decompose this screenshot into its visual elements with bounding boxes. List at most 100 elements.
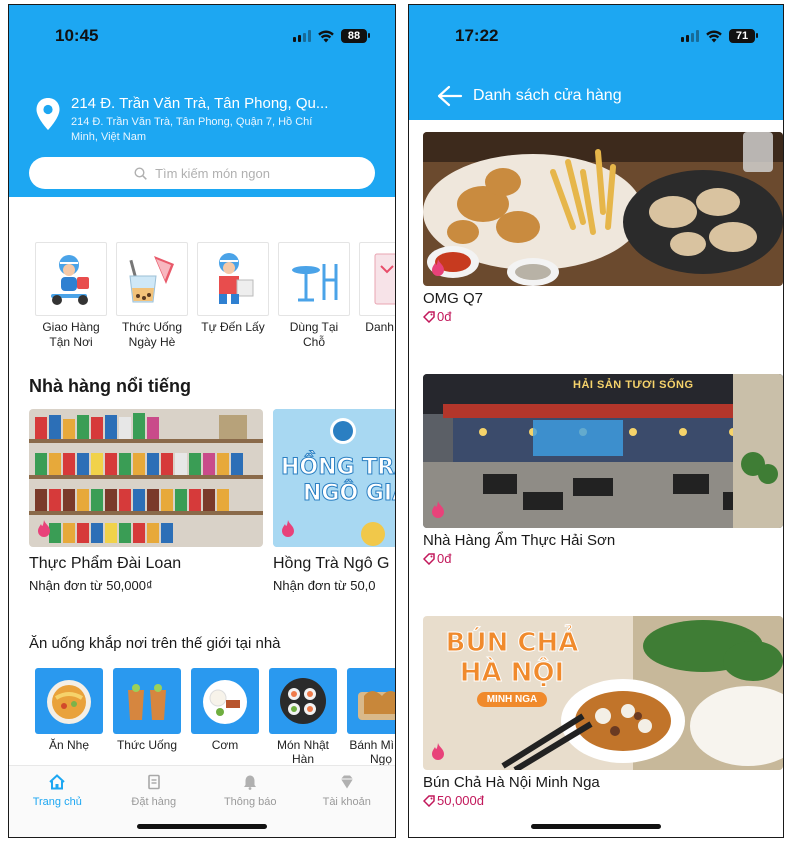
signboard-text: HẢI SẢN TƯƠI SỐNG xyxy=(573,379,694,391)
category-label: Tự Đến Lấy xyxy=(201,320,265,334)
category-item[interactable]: Thức Uống Ngày Hè xyxy=(116,242,188,350)
status-time: 17:22 xyxy=(455,26,499,45)
category-item[interactable]: Tự Đến Lấy xyxy=(197,242,269,350)
featured-title: Nhà hàng nổi tiếng xyxy=(29,376,191,396)
cuisine-label: Ăn Nhẹ xyxy=(48,738,90,752)
address-detail: 214 Đ. Trần Văn Trà, Tân Phong, Quận 7, … xyxy=(71,116,313,143)
flame-icon xyxy=(38,520,50,537)
drinks-icon xyxy=(129,256,174,303)
store-card[interactable]: BÚN CHẢ HÀ NỘI MINH NGA Bún Chả Hà Nội M… xyxy=(423,616,783,808)
bread-icon xyxy=(358,691,395,720)
status-bar: 10:45 88 xyxy=(9,5,395,67)
location-pin-icon xyxy=(36,98,60,130)
min-order: Nhận đơn từ 50,000₫ xyxy=(29,578,153,593)
home-indicator xyxy=(531,824,661,829)
back-arrow-icon[interactable] xyxy=(437,85,463,107)
price-tag-icon xyxy=(423,310,435,323)
tab-label: Đặt hàng xyxy=(131,796,177,808)
store-image xyxy=(423,132,783,286)
wifi-icon xyxy=(318,30,334,42)
status-time: 10:45 xyxy=(55,26,99,45)
status-bar: 17:22 71 xyxy=(409,5,783,67)
flame-icon xyxy=(282,520,294,537)
category-item[interactable]: Giao Hàng Tận Nơi xyxy=(35,242,107,350)
cuisine-label: Món Nhật Hàn xyxy=(276,738,330,766)
store-image: BÚN CHẢ HÀ NỘI MINH NGA xyxy=(423,616,783,770)
search-input[interactable]: Tìm kiếm món ngon xyxy=(29,157,375,189)
dine-in-icon xyxy=(292,264,338,302)
restaurant-image xyxy=(423,374,783,528)
search-icon xyxy=(134,166,147,180)
category-label: Dùng Tại Chỗ xyxy=(289,320,339,349)
price-tag-icon xyxy=(423,794,435,807)
flame-icon xyxy=(432,259,444,276)
cuisine-item[interactable]: Cơm xyxy=(191,668,259,766)
tab-home[interactable]: Trang chủ xyxy=(9,766,106,837)
cuisine-label: Bánh Mì Đồ Ngọ xyxy=(349,738,395,766)
store-price: 0đ xyxy=(437,309,452,324)
flame-icon xyxy=(432,743,444,760)
store-name: Nhà Hàng Ẩm Thực Hải Sơn xyxy=(423,532,616,549)
cuisine-item[interactable]: Thức Uống xyxy=(113,668,181,766)
category-item[interactable]: Danh Ưa T xyxy=(359,242,395,350)
store-image: HỒNG TRÀ NGÔ GIA xyxy=(273,409,395,547)
store-name: Hồng Trà Ngô G xyxy=(273,555,390,572)
bell-icon xyxy=(244,775,257,790)
store-image: HẢI SẢN TƯƠI SỐNG xyxy=(423,374,783,528)
page-title: Danh sách cửa hàng xyxy=(473,87,622,104)
favorite-icon xyxy=(374,253,395,305)
price-tag-icon xyxy=(423,552,435,565)
address-selector[interactable]: 214 Đ. Trần Văn Trà, Tân Phong, Qu... 21… xyxy=(9,67,395,145)
signal-icon xyxy=(293,30,311,42)
category-label: Danh Ưa T xyxy=(365,320,395,334)
cuisine-item[interactable]: Món Nhật Hàn xyxy=(269,668,337,766)
sushi-icon xyxy=(280,678,326,724)
store-list-header: 17:22 71 Danh sách cửa hàng xyxy=(409,5,783,120)
signal-icon xyxy=(681,30,699,42)
store-name: Bún Chả Hà Nội Minh Nga xyxy=(423,774,600,791)
category-label: Giao Hàng Tận Nơi xyxy=(42,320,100,349)
cuisine-item[interactable]: Bánh Mì Đồ Ngọ xyxy=(347,668,395,766)
category-label: Thức Uống Ngày Hè xyxy=(121,320,183,349)
wifi-icon xyxy=(706,30,722,42)
store-price: 0đ xyxy=(437,551,452,566)
battery-icon: 71 xyxy=(729,29,758,43)
store-name: Thực Phẩm Đài Loan xyxy=(29,555,182,572)
home-header: 10:45 88 214 Đ. Trần Văn Trà, Tân Phong,… xyxy=(9,5,395,197)
home-icon xyxy=(49,774,65,790)
store-card[interactable]: OMG Q7 0đ xyxy=(423,132,783,324)
cuisine-label: Thức Uống xyxy=(116,738,178,752)
tab-label: Trang chủ xyxy=(32,796,82,808)
account-icon xyxy=(340,775,353,789)
store-card[interactable]: HẢI SẢN TƯƠI SỐNG Nhà Hàng Ẩm Thực Hải S… xyxy=(423,374,783,566)
tab-label: Tài khoản xyxy=(322,796,371,808)
fried-food-image xyxy=(423,132,783,286)
featured-list: Thực Phẩm Đài Loan Nhận đơn từ 50,000₫ H… xyxy=(9,397,395,593)
home-indicator xyxy=(137,824,267,829)
address-title: 214 Đ. Trần Văn Trà, Tân Phong, Qu... xyxy=(71,95,329,112)
delivery-icon xyxy=(51,255,89,305)
store-name: OMG Q7 xyxy=(423,290,484,307)
pickup-icon xyxy=(219,253,254,304)
featured-card[interactable]: HỒNG TRÀ NGÔ GIA Hồng Trà Ngô G Nhận đơn… xyxy=(273,409,395,593)
store-list-screen: 17:22 71 Danh sách cửa hàng OMG Q7 0đ HẢ… xyxy=(408,4,784,838)
tab-account[interactable]: Tài khoản xyxy=(299,766,396,837)
category-item[interactable]: Dùng Tại Chỗ xyxy=(278,242,350,350)
shelves-image xyxy=(29,409,263,547)
home-screen: 10:45 88 214 Đ. Trần Văn Trà, Tân Phong,… xyxy=(8,4,396,838)
snack-icon xyxy=(47,680,91,724)
cuisine-item[interactable]: Ăn Nhẹ xyxy=(35,668,103,766)
store-price: 50,000đ xyxy=(437,793,484,808)
brand-lettering: BÚN CHẢ HÀ NỘI MINH NGA xyxy=(445,628,579,707)
category-list: Giao Hàng Tận Nơi Thức Uống Ngày Hè Tự Đ… xyxy=(9,197,395,350)
rice-icon xyxy=(203,680,247,724)
cuisine-label: Cơm xyxy=(211,738,239,752)
min-order: Nhận đơn từ 50,0 xyxy=(273,578,376,593)
store-image xyxy=(29,409,263,547)
world-section-title: Ăn uống khắp nơi trên thế giới tại nhà xyxy=(29,635,281,652)
orders-icon xyxy=(147,774,160,790)
search-placeholder: Tìm kiếm món ngon xyxy=(155,165,270,181)
flame-icon xyxy=(432,501,444,518)
drink-glass-icon xyxy=(128,684,166,720)
featured-card[interactable]: Thực Phẩm Đài Loan Nhận đơn từ 50,000₫ xyxy=(29,409,263,593)
